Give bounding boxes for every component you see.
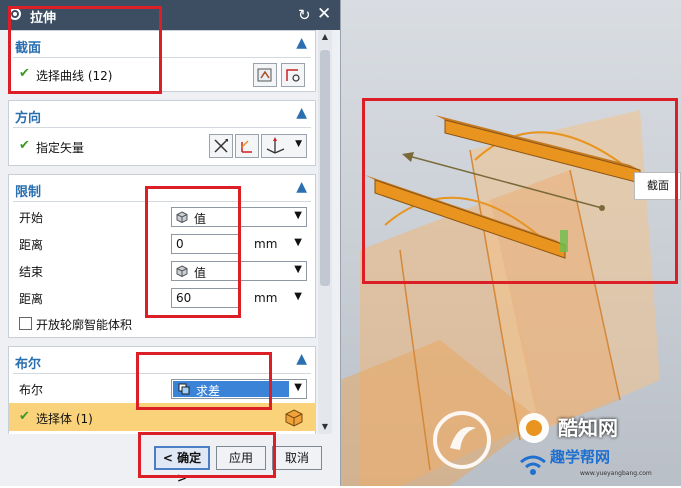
open-profile-label: 开放轮廓智能体积 bbox=[36, 318, 133, 332]
limits-header[interactable]: 限制 bbox=[15, 181, 41, 200]
dialog-title: 拉伸 bbox=[30, 11, 57, 26]
ok-button[interactable]: < 确定 > bbox=[154, 446, 210, 485]
start-row: 开始 值 ▼ bbox=[9, 205, 316, 229]
boolean-row: 布尔 求差 ▼ bbox=[9, 377, 316, 401]
reset-icon[interactable]: ↻ bbox=[298, 6, 311, 24]
extrude-dialog: 拉伸 ↻ ✕ 截面 ▲ ✔ 选择曲线 (12) 方向 ▲ ✔ 指定矢量 ▼ 限制… bbox=[0, 0, 341, 486]
solid-body-icon bbox=[285, 409, 303, 427]
dialog-content: 截面 ▲ ✔ 选择曲线 (12) 方向 ▲ ✔ 指定矢量 ▼ 限制 ▲ 开始 值… bbox=[8, 30, 316, 434]
direction-group: 方向 ▲ ✔ 指定矢量 ▼ bbox=[8, 100, 316, 166]
sketch-section-button[interactable] bbox=[253, 63, 277, 87]
distance1-value: 0 bbox=[176, 237, 184, 251]
axis-icon bbox=[266, 137, 285, 154]
distance1-unit-select[interactable]: mm ▼ bbox=[245, 234, 307, 254]
watermark-url: www.yueyangbang.com bbox=[580, 470, 652, 477]
start-value: 值 bbox=[194, 212, 207, 226]
chevron-down-icon: ▼ bbox=[294, 291, 302, 302]
check-icon: ✔ bbox=[19, 138, 30, 153]
select-body-button[interactable] bbox=[281, 405, 305, 429]
open-profile-checkbox[interactable] bbox=[19, 317, 32, 330]
distance2-unit-select[interactable]: mm ▼ bbox=[245, 288, 307, 308]
chevron-up-icon[interactable]: ▲ bbox=[296, 179, 307, 195]
subtract-icon bbox=[178, 383, 190, 395]
dialog-titlebar: 拉伸 ↻ ✕ bbox=[0, 0, 340, 30]
vector-origin bbox=[599, 205, 605, 211]
reverse-direction-button[interactable] bbox=[209, 134, 233, 158]
dialog-scrollbar[interactable]: ▲ ▼ bbox=[318, 30, 332, 434]
boolean-group: 布尔 ▲ 布尔 求差 ▼ ✔ 选择体 (1) bbox=[8, 346, 316, 434]
cancel-button[interactable]: 取消 bbox=[272, 446, 322, 470]
section-group: 截面 ▲ ✔ 选择曲线 (12) bbox=[8, 30, 316, 92]
distance1-input[interactable]: 0 bbox=[171, 234, 241, 254]
chevron-up-icon[interactable]: ▲ bbox=[296, 351, 307, 367]
boolean-value: 求差 bbox=[196, 384, 221, 398]
direction-header[interactable]: 方向 bbox=[15, 107, 41, 126]
end-select[interactable]: 值 ▼ bbox=[171, 261, 307, 281]
reverse-icon bbox=[214, 139, 228, 153]
vector-dialog-button[interactable] bbox=[235, 134, 259, 158]
distance2-row: 距离 60 mm ▼ bbox=[9, 286, 316, 310]
check-icon: ✔ bbox=[19, 409, 30, 424]
logo-circle-icon bbox=[519, 413, 549, 443]
distance2-unit: mm bbox=[254, 291, 278, 305]
cube-icon bbox=[176, 265, 188, 277]
limits-group: 限制 ▲ 开始 值 ▼ 距离 0 mm ▼ 结束 值 ▼ 距离 60 mm ▼ … bbox=[8, 174, 316, 338]
end-label: 结束 bbox=[19, 265, 44, 279]
scroll-down-icon[interactable]: ▼ bbox=[318, 420, 332, 434]
distance1-row: 距离 0 mm ▼ bbox=[9, 232, 316, 256]
check-icon: ✔ bbox=[19, 66, 30, 81]
specify-vector-row[interactable]: ✔ 指定矢量 ▼ bbox=[9, 134, 316, 159]
select-curve-row[interactable]: ✔ 选择曲线 (12) bbox=[9, 63, 316, 87]
chevron-down-icon: ▼ bbox=[294, 382, 302, 393]
curve-selection-button[interactable] bbox=[281, 63, 305, 87]
distance2-value: 60 bbox=[176, 291, 192, 305]
apply-button[interactable]: 应用 bbox=[216, 446, 266, 470]
distance2-label: 距离 bbox=[19, 292, 44, 306]
chevron-up-icon[interactable]: ▲ bbox=[296, 105, 307, 121]
drag-handle[interactable] bbox=[560, 230, 568, 252]
specify-vector-label: 指定矢量 bbox=[36, 141, 85, 155]
cube-icon bbox=[176, 211, 188, 223]
section-callout: 截面 bbox=[634, 172, 681, 200]
gear-icon bbox=[9, 8, 21, 20]
chevron-up-icon[interactable]: ▲ bbox=[296, 35, 307, 51]
curve-icon bbox=[286, 69, 300, 82]
vector-arrow bbox=[402, 152, 414, 162]
chevron-down-icon: ▼ bbox=[294, 237, 302, 248]
section-header[interactable]: 截面 bbox=[15, 37, 41, 56]
vector-type-dropdown[interactable]: ▼ bbox=[261, 134, 307, 158]
logo-swirl-icon bbox=[433, 411, 491, 469]
watermark-brand: 酷知网 bbox=[558, 416, 618, 440]
chevron-down-icon: ▼ bbox=[295, 139, 302, 149]
boolean-label: 布尔 bbox=[19, 383, 44, 397]
select-body-label: 选择体 (1) bbox=[36, 412, 93, 426]
watermark-brand2: 趣学帮网 bbox=[550, 448, 611, 466]
select-body-row[interactable]: ✔ 选择体 (1) bbox=[9, 403, 316, 433]
open-profile-row[interactable]: 开放轮廓智能体积 bbox=[9, 312, 316, 336]
boolean-header[interactable]: 布尔 bbox=[15, 353, 41, 372]
select-curve-label: 选择曲线 (12) bbox=[36, 69, 113, 83]
distance1-unit: mm bbox=[254, 237, 278, 251]
end-row: 结束 值 ▼ bbox=[9, 259, 316, 283]
chevron-down-icon: ▼ bbox=[294, 264, 302, 275]
scroll-thumb[interactable] bbox=[320, 50, 330, 286]
watermark: 酷知网 趣学帮网 www.yueyangbang.com bbox=[430, 398, 680, 484]
boolean-select[interactable]: 求差 ▼ bbox=[171, 379, 307, 399]
end-value: 值 bbox=[194, 266, 207, 280]
start-select[interactable]: 值 ▼ bbox=[171, 207, 307, 227]
distance2-input[interactable]: 60 bbox=[171, 288, 241, 308]
close-icon[interactable]: ✕ bbox=[317, 4, 331, 24]
wifi-logo-icon bbox=[520, 455, 546, 475]
sketch-icon bbox=[257, 68, 272, 82]
scroll-up-icon[interactable]: ▲ bbox=[318, 30, 332, 44]
chevron-down-icon: ▼ bbox=[294, 210, 302, 221]
start-label: 开始 bbox=[19, 211, 44, 225]
distance1-label: 距离 bbox=[19, 238, 44, 252]
vector-icon bbox=[241, 140, 252, 153]
